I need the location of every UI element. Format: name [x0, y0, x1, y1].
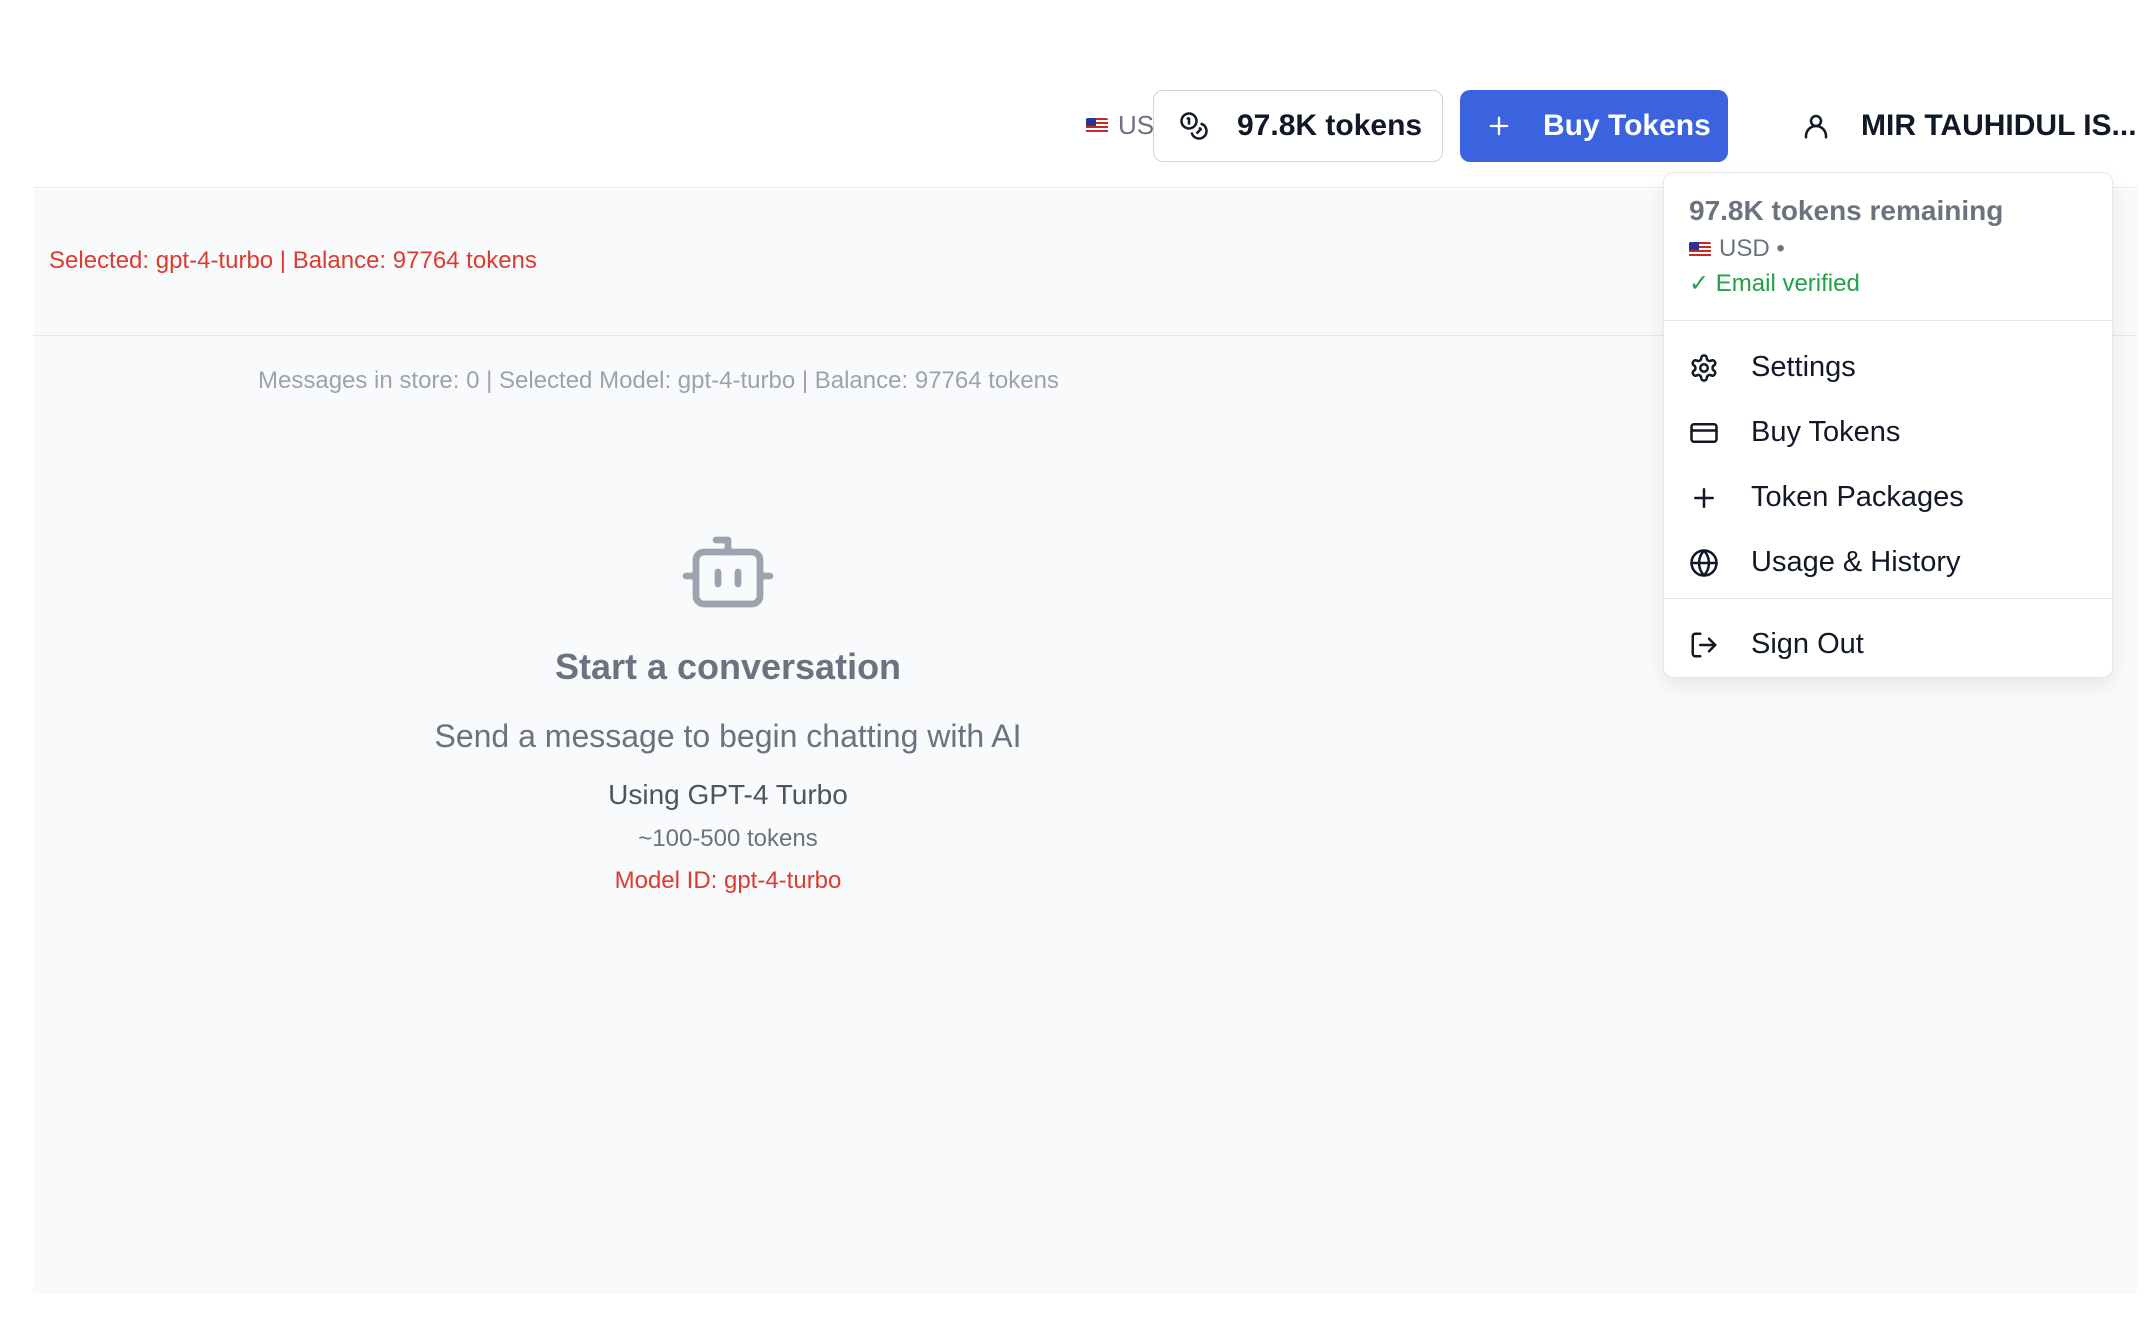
user-menu-trigger[interactable]: MIR TAUHIDUL IS...: [1801, 90, 2137, 162]
menu-item-label: Buy Tokens: [1751, 416, 1901, 448]
credit-card-icon: [1689, 418, 1719, 448]
top-bar: USD 97.8K tokens Buy Tokens MIR TAUHIDUL…: [33, 70, 2137, 188]
empty-subtitle: Send a message to begin chatting with AI: [434, 718, 1022, 754]
token-estimate: ~100-500 tokens: [638, 825, 818, 852]
globe-icon: [1689, 548, 1719, 578]
menu-item-buy-tokens[interactable]: Buy Tokens: [1664, 400, 2112, 465]
log-out-icon: [1689, 630, 1719, 660]
buy-tokens-label: Buy Tokens: [1543, 109, 1711, 142]
menu-item-token-packages[interactable]: Token Packages: [1664, 465, 2112, 530]
menu-item-label: Usage & History: [1751, 546, 1961, 578]
empty-title: Start a conversation: [554, 646, 902, 687]
menu-item-usage-history[interactable]: Usage & History: [1664, 530, 2112, 595]
token-balance-chip[interactable]: 97.8K tokens: [1153, 90, 1443, 162]
gear-icon: [1689, 353, 1719, 383]
dropdown-items: Settings Buy Tokens Token Packages Usage…: [1664, 321, 2112, 599]
menu-item-label: Settings: [1751, 351, 1856, 383]
plus-icon: [1485, 112, 1513, 140]
model-name: Using GPT-4 Turbo: [608, 779, 848, 810]
app-root: USD 97.8K tokens Buy Tokens MIR TAUHIDUL…: [0, 0, 2148, 1343]
menu-item-settings[interactable]: Settings: [1664, 335, 2112, 400]
selection-status: Selected: gpt-4-turbo | Balance: 97764 t…: [49, 247, 537, 274]
email-verified-status: ✓ Email verified: [1689, 270, 1860, 297]
tokens-remaining: 97.8K tokens remaining: [1689, 195, 2004, 226]
dropdown-header: 97.8K tokens remaining USD • ✓ Email ver…: [1664, 173, 2112, 321]
us-flag-icon: [1086, 118, 1108, 133]
user-dropdown-menu: 97.8K tokens remaining USD • ✓ Email ver…: [1663, 172, 2113, 678]
model-id: Model ID: gpt-4-turbo: [614, 867, 842, 894]
token-balance-label: 97.8K tokens: [1237, 109, 1423, 142]
buy-tokens-button[interactable]: Buy Tokens: [1460, 90, 1728, 162]
coins-icon: [1179, 111, 1209, 141]
menu-item-label: Token Packages: [1751, 481, 1964, 513]
menu-item-sign-out[interactable]: Sign Out: [1664, 612, 2112, 677]
dropdown-currency: USD •: [1689, 235, 2087, 263]
sign-out-label: Sign Out: [1751, 628, 1864, 660]
store-debug-line: Messages in store: 0 | Selected Model: g…: [258, 367, 1059, 394]
dropdown-currency-label: USD •: [1719, 235, 1785, 262]
user-icon: [1801, 111, 1831, 141]
dropdown-footer: Sign Out: [1664, 599, 2112, 677]
user-name: MIR TAUHIDUL IS...: [1861, 109, 2137, 142]
bot-icon: [682, 534, 774, 612]
plus-icon: [1689, 483, 1719, 513]
us-flag-icon: [1689, 241, 1711, 257]
empty-state: Start a conversation Send a message to b…: [213, 534, 1243, 895]
